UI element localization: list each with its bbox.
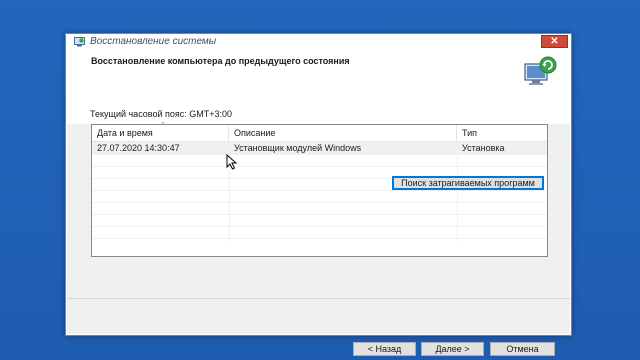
grid-line [92,214,547,215]
footer-separator [67,298,570,299]
window-title: Восстановление системы [90,36,217,47]
cancel-button[interactable]: Отмена [490,342,555,356]
restore-point-type: Установка [462,143,505,153]
restore-point-row[interactable]: 27.07.2020 14:30:47 Установщик модулей W… [92,142,547,154]
scan-affected-programs-button[interactable]: Поиск затрагиваемых программ [392,176,544,190]
mouse-pointer-icon [226,154,238,170]
timezone-label: Текущий часовой пояс: GMT+3:00 [90,109,233,119]
restore-point-description: Установщик модулей Windows [234,143,362,153]
restore-points-list[interactable]: Дата и время ⌃ Описание Тип 27.07.2020 1… [91,122,548,257]
header-title: Восстановление компьютера до предыдущего… [91,56,350,66]
grid-line [92,166,547,167]
system-restore-monitor-icon [524,56,557,85]
close-button[interactable]: ✕ [541,35,568,48]
system-restore-app-icon [74,37,85,47]
grid-line [92,190,547,191]
system-restore-window: Восстановление системы ✕ Восстановление … [65,33,572,356]
dialog-body: Текущий часовой пояс: GMT+3:00 Дата и вр… [67,109,570,356]
list-header: Дата и время ⌃ Описание Тип [92,122,547,142]
column-header-description[interactable]: Описание [229,125,457,141]
next-button[interactable]: Далее > [421,342,484,356]
column-header-type[interactable]: Тип [457,125,547,141]
grid-line [92,238,547,239]
back-button[interactable]: < Назад [353,342,416,356]
grid-line [92,226,547,227]
grid-line [92,154,547,155]
restore-point-date: 27.07.2020 14:30:47 [97,143,180,153]
grid-line [92,202,547,203]
title-bar[interactable]: Восстановление системы ✕ [66,34,571,50]
sort-ascending-icon: ⌃ [160,122,166,129]
